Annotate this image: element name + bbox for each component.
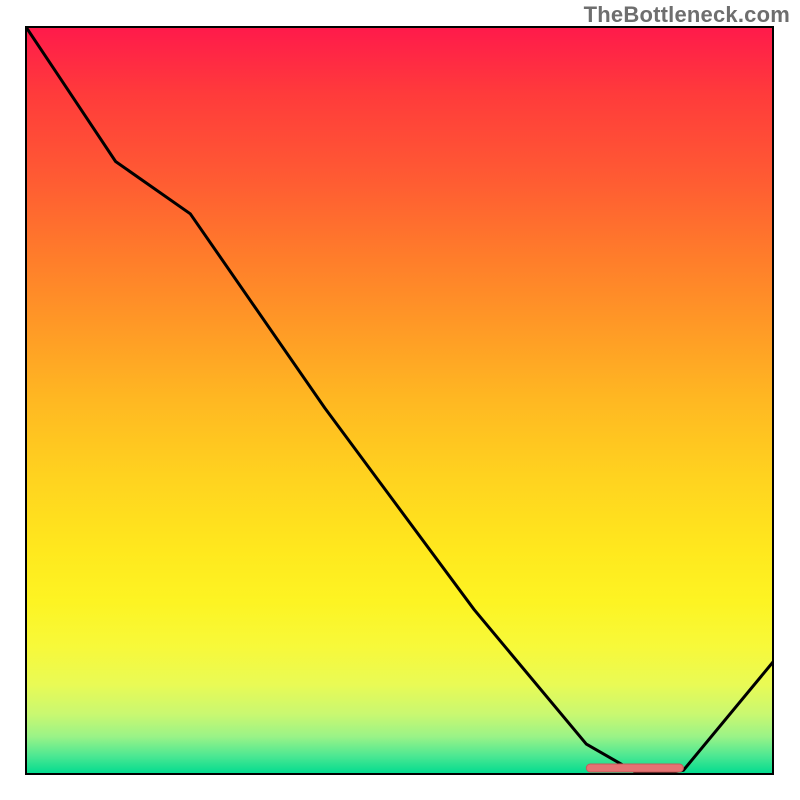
watermark-text: TheBottleneck.com: [584, 2, 790, 28]
plot-background: [26, 27, 773, 774]
chart-container: TheBottleneck.com: [0, 0, 800, 800]
